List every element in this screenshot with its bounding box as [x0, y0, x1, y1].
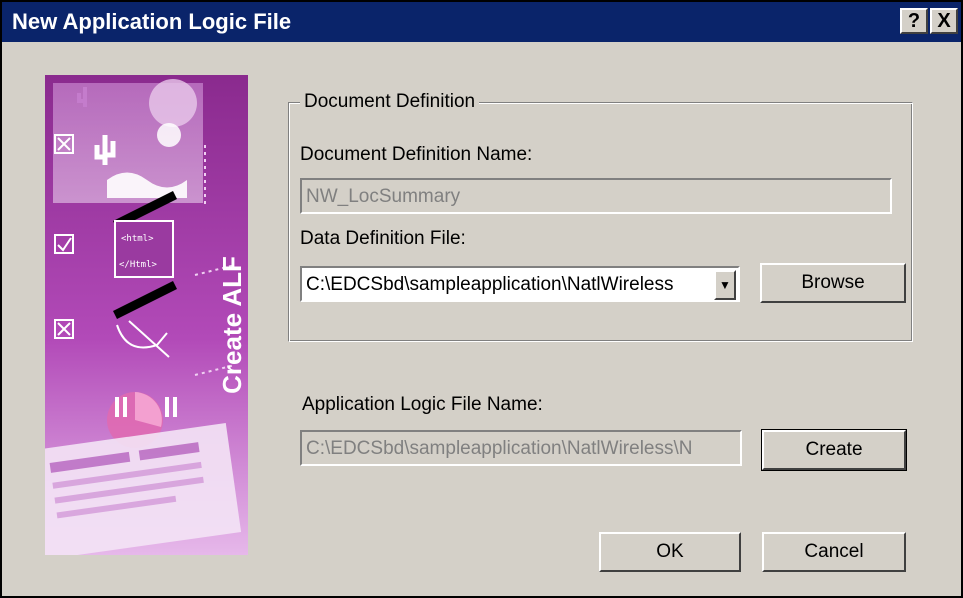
data-definition-file-select[interactable]: C:\EDCSbd\sampleapplication\NatlWireless…: [300, 266, 740, 302]
create-button[interactable]: Create: [761, 429, 907, 471]
cancel-button[interactable]: Cancel: [762, 532, 906, 572]
wizard-banner-image: <html> </Html> Create ALF: [45, 75, 248, 555]
window-title: New Application Logic File: [12, 9, 292, 34]
ok-button[interactable]: OK: [599, 532, 741, 572]
browse-button[interactable]: Browse: [760, 263, 906, 303]
document-definition-legend: Document Definition: [300, 91, 480, 113]
data-definition-file-label: Data Definition File:: [300, 228, 466, 249]
alf-name-field: C:\EDCSbd\sampleapplication\NatlWireless…: [300, 430, 742, 466]
dialog-window: New Application Logic File ? X <html> </…: [0, 0, 963, 598]
html-open-text: <html>: [121, 234, 154, 244]
html-close-text: </Html>: [119, 260, 158, 270]
chevron-down-icon[interactable]: ▼: [714, 270, 736, 300]
document-definition-group: [288, 102, 913, 342]
data-definition-file-value: C:\EDCSbd\sampleapplication\NatlWireless: [306, 274, 674, 295]
close-button[interactable]: X: [930, 8, 958, 34]
banner-label: Create ALF: [217, 256, 247, 394]
banner-graphic: <html> </Html> Create ALF: [45, 75, 248, 555]
document-definition-name-label: Document Definition Name:: [300, 144, 533, 165]
document-definition-name-field: NW_LocSummary: [300, 178, 892, 214]
help-button[interactable]: ?: [900, 8, 928, 34]
alf-name-label: Application Logic File Name:: [302, 394, 543, 415]
title-bar[interactable]: New Application Logic File ? X: [2, 2, 961, 42]
